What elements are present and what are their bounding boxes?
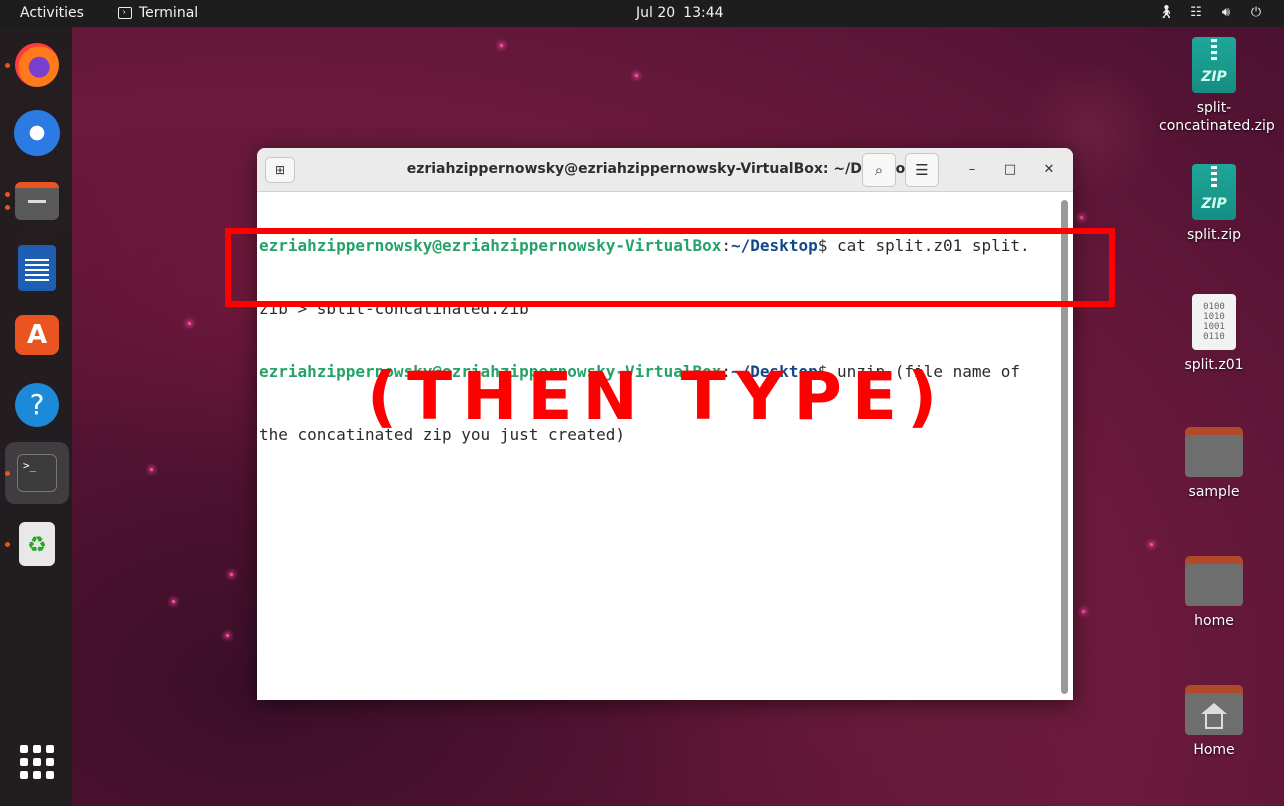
binary-file-icon: 0100 1010 1001 0110 — [1192, 294, 1236, 350]
desktop-icon-label: home — [1194, 613, 1234, 629]
zip-file-icon: ZIP — [1192, 164, 1236, 220]
running-indicator — [5, 192, 10, 197]
show-apps-icon[interactable] — [20, 745, 54, 779]
running-indicator — [5, 63, 10, 68]
running-indicator — [5, 471, 10, 476]
maximize-button[interactable]: □ — [998, 158, 1022, 182]
firefox-icon[interactable] — [15, 43, 59, 87]
thunderbird-icon[interactable] — [14, 110, 60, 156]
wallpaper-star — [230, 573, 233, 576]
wallpaper-star — [635, 74, 638, 77]
files-icon[interactable] — [15, 182, 59, 220]
wallpaper-star — [150, 468, 153, 471]
network-icon[interactable]: ☷ — [1188, 5, 1204, 21]
desktop-icon-label: split-concatinated.zip — [1159, 100, 1275, 134]
folder-icon — [1185, 427, 1243, 477]
desktop-icon-label: Home — [1193, 742, 1235, 758]
clock-date: Jul 20 — [636, 5, 676, 21]
minimize-button[interactable]: – — [960, 158, 984, 182]
dock: A ? >_ ♻ — [0, 27, 72, 806]
desktop-icon-label: split.z01 — [1184, 357, 1244, 373]
clock[interactable]: Jul 20 13:44 — [636, 5, 724, 21]
accessibility-icon[interactable]: 🚶︎ — [1158, 5, 1175, 21]
wallpaper-star — [1082, 610, 1085, 613]
system-tray[interactable]: 🚶︎ ☷ 🔊︎ ⏻ — [1158, 5, 1264, 21]
desktop-file-split-zip[interactable]: ZIP split.zip — [1159, 164, 1269, 244]
wallpaper-star — [1150, 543, 1153, 546]
minimize-icon: – — [968, 162, 976, 177]
highlight-box — [225, 228, 1115, 307]
terminal-header-bar[interactable]: ⊞ ezriahzippernowsky@ezriahzippernowsky-… — [257, 148, 1073, 192]
desktop-file-split-concatinated-zip[interactable]: ZIP split-concatinated.zip — [1159, 37, 1275, 135]
terminal-icon[interactable]: >_ — [17, 454, 57, 492]
wallpaper-star — [172, 600, 175, 603]
maximize-icon: □ — [1003, 162, 1017, 177]
desktop-icon-label: sample — [1188, 484, 1240, 500]
desktop-icon-label: split.zip — [1186, 227, 1242, 243]
search-icon: ⌕ — [874, 161, 884, 179]
desktop-folder-home[interactable]: home — [1159, 556, 1269, 630]
folder-icon — [1185, 556, 1243, 606]
power-icon[interactable]: ⏻ — [1248, 5, 1264, 21]
zip-file-icon: ZIP — [1192, 37, 1236, 93]
wallpaper-star — [226, 634, 229, 637]
close-button[interactable]: ✕ — [1037, 158, 1061, 182]
app-center-icon[interactable]: A — [15, 315, 59, 355]
annotation-then-type: (THEN TYPE) — [367, 358, 948, 435]
volume-icon[interactable]: 🔊︎ — [1218, 5, 1234, 21]
clock-time: 13:44 — [683, 5, 724, 21]
menu-button[interactable]: ☰ — [905, 153, 939, 187]
help-icon[interactable]: ? — [15, 383, 59, 427]
trash-icon[interactable]: ♻ — [19, 522, 55, 566]
app-menu[interactable]: Terminal — [118, 5, 198, 21]
top-bar: Activities Terminal Jul 20 13:44 🚶︎ ☷ 🔊︎… — [0, 0, 1284, 27]
activities-button[interactable]: Activities — [20, 5, 84, 21]
running-indicator — [5, 542, 10, 547]
wallpaper-star — [500, 44, 503, 47]
wallpaper-star — [188, 322, 191, 325]
hamburger-menu-icon: ☰ — [915, 161, 929, 179]
running-indicator — [5, 205, 10, 210]
home-folder-icon — [1185, 685, 1243, 735]
terminal-app-icon — [118, 7, 132, 19]
wallpaper-star — [1080, 216, 1083, 219]
app-menu-label: Terminal — [139, 5, 199, 21]
libreoffice-writer-icon[interactable] — [18, 245, 56, 291]
search-button[interactable]: ⌕ — [862, 153, 896, 187]
close-icon: ✕ — [1043, 162, 1055, 177]
desktop-home-folder[interactable]: Home — [1159, 685, 1269, 759]
desktop-file-split-z01[interactable]: 0100 1010 1001 0110 split.z01 — [1159, 294, 1269, 374]
desktop-folder-sample[interactable]: sample — [1159, 427, 1269, 501]
